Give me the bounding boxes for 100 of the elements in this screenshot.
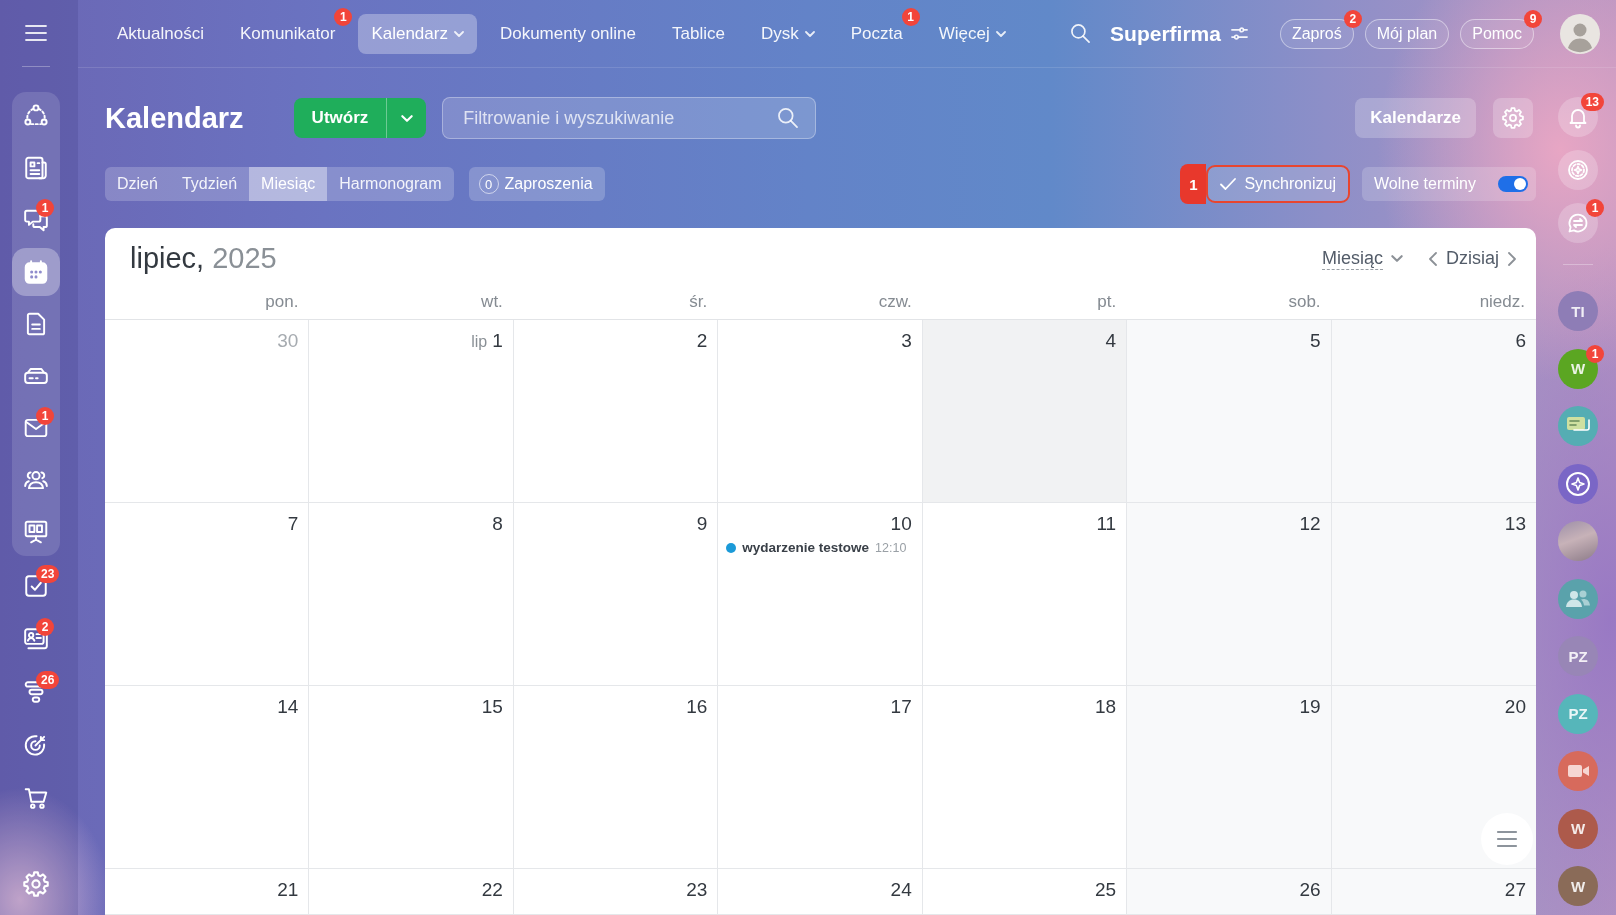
nav-tab[interactable]: Dokumenty online [486,13,649,54]
day-cell[interactable]: 21 [105,869,310,915]
free-slots-label: Wolne terminy [1374,175,1476,193]
chevron-right-icon[interactable] [1508,251,1516,266]
day-number: 7 [287,513,299,535]
notification-count: 1 [1586,199,1604,217]
day-number: 27 [1504,879,1526,901]
notification-count: 1 [36,199,54,217]
notification-count: 9 [1524,9,1542,28]
day-number: 22 [481,879,503,901]
day-number: 4 [1105,330,1117,352]
day-cell[interactable]: 19 [1127,686,1332,869]
nav-tab[interactable]: Dysk [747,13,828,54]
notification-count: 1 [334,7,353,26]
day-cell[interactable]: 9 [513,503,719,686]
chat-image-icon[interactable] [1558,406,1598,446]
day-cell[interactable]: 18 [922,686,1128,869]
video-camera-icon[interactable] [1558,751,1598,791]
day-cell[interactable]: 8 [309,503,514,686]
event-title[interactable]: wydarzenie testowe [742,540,870,555]
day-cell[interactable]: 25 [922,869,1128,915]
page-title: Kalendarz [105,101,244,135]
presentation-board-icon [23,519,49,545]
day-number: 15 [481,696,503,718]
day-number: 1 [492,330,503,352]
caret-icon [400,114,413,122]
day-number: 6 [1515,330,1526,352]
day-number: 3 [901,330,912,352]
day-cell[interactable]: 3 [718,320,923,503]
day-number: 23 [686,879,708,901]
toggle-switch[interactable] [1498,176,1528,192]
day-cell[interactable]: lip 1 [309,320,514,503]
day-cell[interactable]: 16 [513,686,719,869]
day-number: 10 [890,513,912,535]
day-number: 12 [1299,513,1321,535]
day-number: 11 [1096,513,1117,535]
day-number: 25 [1095,879,1117,901]
today-button[interactable]: Dzisiaj [1437,248,1508,269]
sliders-icon[interactable] [1230,27,1248,40]
day-number: 30 [277,330,299,352]
chat-avatar[interactable]: W [1558,866,1598,906]
settings-icon [1502,107,1524,129]
day-cell[interactable]: 17 [718,686,923,869]
day-cell[interactable]: 13 [1331,503,1536,686]
chat-arrows-icon[interactable] [1558,203,1598,243]
group-avatar-icon[interactable] [1558,578,1598,619]
notification-count: 26 [36,671,60,689]
menu-icon[interactable] [25,25,47,41]
weekday-label: wt. [481,292,503,311]
day-cell[interactable]: 23 [513,869,719,915]
caret-icon [1391,255,1403,262]
search-icon[interactable] [778,108,799,128]
day-cell[interactable]: 11 [922,503,1128,686]
day-cell[interactable]: 5 [1127,320,1332,503]
day-number: 5 [1310,330,1321,352]
day-number: 17 [890,696,912,718]
notification-count: 2 [1343,9,1362,28]
notification-count: 2 [36,618,54,636]
bell-icon[interactable] [1558,97,1598,137]
nav-tab[interactable]: Tablice [659,13,738,54]
day-cell[interactable]: 12 [1127,503,1332,686]
notification-count: 1 [1586,344,1604,363]
month-abbreviation: lip [471,333,488,351]
day-cell[interactable]: 22 [309,869,514,915]
day-cell[interactable]: 4 [922,320,1128,503]
sparkle-ring-icon[interactable] [1558,463,1598,504]
list-icon[interactable] [1481,813,1533,865]
settings-icon[interactable] [23,871,49,897]
event-time: 12:10 [875,540,907,555]
day-number: 13 [1504,513,1526,535]
month-name: lipiec, [130,242,205,275]
sidebar-item[interactable] [12,248,60,296]
newspaper-icon [23,155,49,181]
view-select[interactable]: Miesiąc [1321,247,1403,270]
day-cell[interactable]: 10 wydarzenie testowe 12:10 [718,503,923,686]
day-cell[interactable]: 2 [513,320,719,503]
chat-avatar[interactable]: W [1558,808,1598,849]
day-cell[interactable]: 20 [1331,686,1536,869]
day-number: 20 [1504,696,1526,718]
chevron-left-icon[interactable] [1429,251,1437,266]
day-cell[interactable]: 24 [718,869,923,915]
search-icon[interactable] [1071,24,1091,43]
day-number: 14 [277,696,299,718]
day-number: 8 [492,513,503,535]
day-cell[interactable]: 15 [309,686,514,869]
weekday-label: pt. [1097,292,1117,311]
day-number: 24 [890,879,912,901]
weekday-label: sob. [1288,292,1321,311]
day-cell[interactable]: 6 [1331,320,1536,503]
day-number: 16 [686,696,708,718]
day-cell[interactable]: 26 [1127,869,1332,915]
day-cell[interactable]: 27 [1331,869,1536,915]
calendar-icon [23,259,49,285]
notification-count: 1 [901,7,920,26]
day-cell[interactable]: 7 [105,503,310,686]
nav-tab[interactable]: Aktualności [104,13,217,54]
weekday-label: pon. [265,292,299,311]
weekday-label: niedz. [1479,292,1525,311]
day-cell[interactable]: 14 [105,686,310,869]
notification-count: 13 [1580,93,1604,111]
